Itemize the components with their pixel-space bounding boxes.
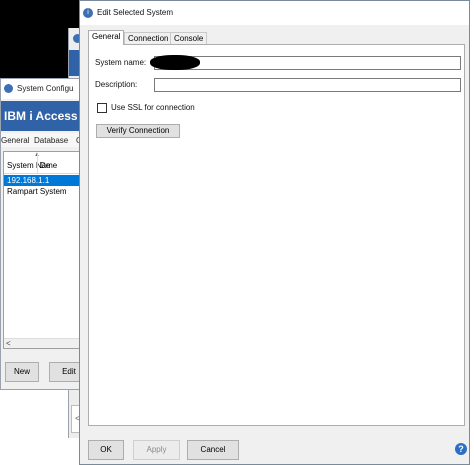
edit-system-dialog: i Edit Selected System General Connectio… [79, 0, 470, 465]
column-divider[interactable] [37, 154, 38, 173]
scroll-left-icon[interactable]: < [6, 339, 11, 348]
new-button[interactable]: New [5, 362, 39, 382]
window-edge [470, 0, 474, 465]
system-config-titlebar: System Configu [1, 79, 81, 99]
general-panel: System name: Description: Use SSL for co… [88, 44, 465, 426]
app-icon: i [83, 8, 93, 18]
tab-general[interactable]: General [88, 30, 125, 45]
system-config-tabs: General Database C [1, 133, 81, 147]
system-name-label: System name: [95, 58, 147, 67]
system-name-input[interactable] [154, 56, 461, 70]
ok-button[interactable]: OK [88, 440, 124, 460]
redaction-mark [150, 55, 200, 70]
tab-general[interactable]: General [1, 136, 29, 145]
app-icon [4, 84, 13, 93]
dialog-title: Edit Selected System [97, 8, 174, 17]
window-title: System Configu [17, 84, 74, 93]
use-ssl-checkbox[interactable] [97, 103, 107, 113]
list-item[interactable]: 192.168.1.1 [4, 175, 80, 186]
description-label: Description: [95, 80, 138, 89]
system-configuration-window: System Configu IBM i Access C General Da… [0, 78, 90, 390]
system-list[interactable]: ▲ System Name De 192.168.1.1 Rampart Sys… [3, 151, 81, 349]
list-header: ▲ System Name De [4, 152, 80, 174]
list-item[interactable]: Rampart System [4, 186, 80, 197]
cancel-button[interactable]: Cancel [187, 440, 239, 460]
column-header-description[interactable]: De [40, 161, 50, 170]
banner-title: IBM i Access C [4, 109, 90, 123]
use-ssl-label[interactable]: Use SSL for connection [111, 103, 195, 112]
apply-button[interactable]: Apply [133, 440, 180, 460]
tab-database[interactable]: Database [34, 136, 68, 145]
horizontal-scrollbar[interactable]: < [4, 338, 80, 348]
help-icon[interactable]: ? [455, 443, 467, 455]
description-input[interactable] [154, 78, 461, 92]
ibm-banner: IBM i Access C [1, 101, 90, 131]
dialog-titlebar[interactable]: i Edit Selected System [80, 1, 469, 25]
verify-connection-button[interactable]: Verify Connection [96, 124, 180, 138]
